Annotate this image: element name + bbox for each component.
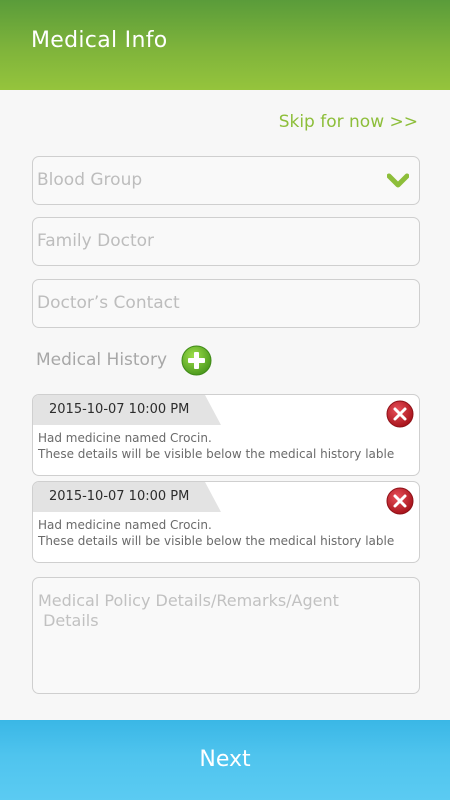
history-line-1: Had medicine named Crocin. — [38, 518, 212, 532]
close-circle-icon[interactable] — [386, 400, 414, 428]
history-description: Had medicine named Crocin. These details… — [38, 431, 394, 462]
close-circle-icon[interactable] — [386, 487, 414, 515]
family-doctor-placeholder: Family Doctor — [37, 231, 154, 251]
history-line-1: Had medicine named Crocin. — [38, 431, 212, 445]
app-header: Medical Info — [0, 0, 450, 90]
history-card: 2015-10-07 10:00 PM Had medicine named C… — [32, 394, 420, 476]
history-line-2: These details will be visible below the … — [38, 446, 395, 461]
page-title: Medical Info — [31, 28, 168, 53]
doctor-contact-placeholder: Doctor’s Contact — [37, 293, 180, 313]
plus-circle-icon[interactable] — [181, 345, 212, 376]
chevron-down-icon — [387, 173, 409, 188]
family-doctor-field[interactable]: Family Doctor — [32, 217, 420, 266]
history-date: 2015-10-07 10:00 PM — [33, 482, 221, 512]
history-line-2: These details will be visible below the … — [38, 533, 395, 548]
next-button[interactable]: Next — [0, 720, 450, 800]
medical-history-label: Medical History — [36, 350, 168, 370]
blood-group-select[interactable]: Blood Group — [32, 156, 420, 205]
history-date: 2015-10-07 10:00 PM — [33, 395, 221, 425]
next-button-label: Next — [199, 747, 251, 772]
medical-policy-textarea[interactable]: Medical Policy Details/Remarks/Agent Det… — [32, 577, 420, 694]
history-card: 2015-10-07 10:00 PM Had medicine named C… — [32, 481, 420, 563]
blood-group-placeholder: Blood Group — [37, 170, 143, 190]
history-description: Had medicine named Crocin. These details… — [38, 518, 394, 549]
medical-policy-placeholder: Medical Policy Details/Remarks/Agent Det… — [38, 591, 339, 630]
skip-link[interactable]: Skip for now >> — [279, 112, 418, 132]
doctor-contact-field[interactable]: Doctor’s Contact — [32, 279, 420, 328]
